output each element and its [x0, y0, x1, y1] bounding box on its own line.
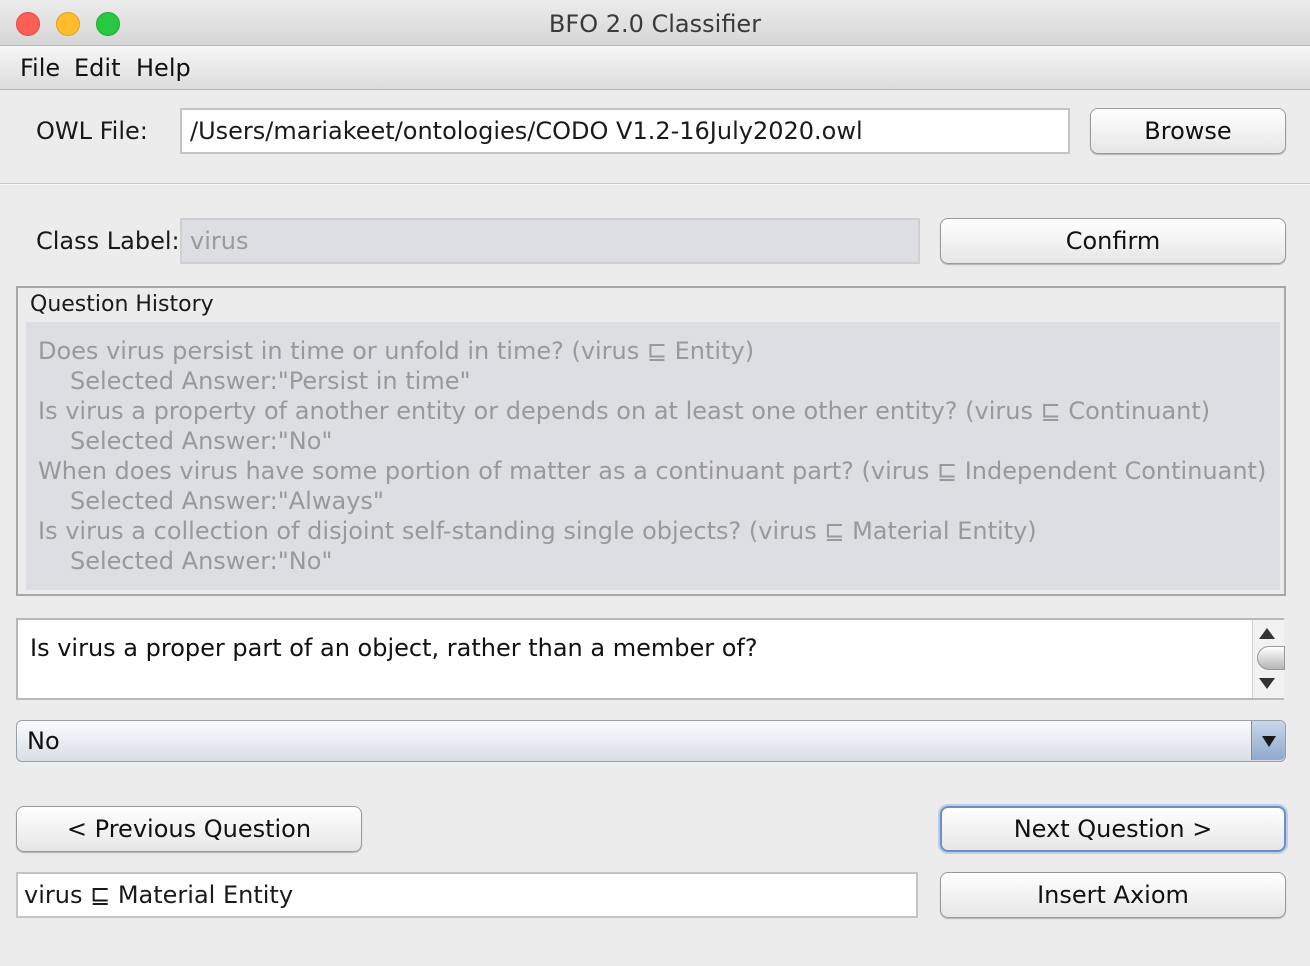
- menu-file[interactable]: File: [20, 46, 60, 90]
- history-answer-2: Selected Answer:"No": [70, 427, 333, 455]
- chevron-down-icon: [1262, 736, 1276, 747]
- scroll-thumb[interactable]: [1257, 646, 1285, 670]
- history-answer-3: Selected Answer:"Always": [70, 487, 384, 515]
- class-label-input[interactable]: virus: [180, 218, 920, 264]
- confirm-button[interactable]: Confirm: [940, 218, 1286, 264]
- menu-bar: File Edit Help: [0, 46, 1310, 90]
- class-label-label: Class Label:: [36, 227, 180, 255]
- window-title: BFO 2.0 Classifier: [548, 10, 762, 38]
- scroll-down-arrow-icon[interactable]: [1259, 678, 1275, 689]
- current-question-area[interactable]: Is virus a proper part of an object, rat…: [16, 618, 1285, 700]
- question-history-panel: Question History Does virus persist in t…: [16, 286, 1286, 596]
- history-answer-4: Selected Answer:"No": [70, 547, 333, 575]
- question-history-text-area[interactable]: Does virus persist in time or unfold in …: [26, 322, 1280, 590]
- title-bar: BFO 2.0 Classifier: [0, 0, 1310, 46]
- menu-help[interactable]: Help: [136, 46, 191, 90]
- owl-file-label: OWL File:: [36, 117, 148, 145]
- scroll-up-arrow-icon[interactable]: [1259, 628, 1275, 639]
- history-question-4: Is virus a collection of disjoint self-s…: [38, 517, 1037, 545]
- axiom-input[interactable]: virus ⊑ Material Entity: [16, 872, 918, 918]
- menu-edit[interactable]: Edit: [74, 46, 120, 90]
- history-question-2: Is virus a property of another entity or…: [38, 397, 1211, 425]
- section-divider: [0, 183, 1310, 185]
- insert-axiom-button[interactable]: Insert Axiom: [940, 872, 1286, 918]
- current-question-text: Is virus a proper part of an object, rat…: [30, 634, 758, 662]
- browse-button[interactable]: Browse: [1090, 108, 1286, 154]
- history-question-3: When does virus have some portion of mat…: [38, 457, 1267, 485]
- question-scrollbar[interactable]: [1252, 620, 1285, 698]
- owl-file-path-input[interactable]: /Users/mariakeet/ontologies/CODO V1.2-16…: [180, 108, 1070, 154]
- question-history-title: Question History: [30, 292, 214, 317]
- next-question-button[interactable]: Next Question >: [940, 806, 1286, 852]
- answer-dropdown-button[interactable]: [1251, 721, 1285, 760]
- previous-question-button[interactable]: < Previous Question: [16, 806, 362, 852]
- history-answer-1: Selected Answer:"Persist in time": [70, 367, 471, 395]
- history-question-1: Does virus persist in time or unfold in …: [38, 337, 755, 365]
- answer-selected-value: No: [27, 727, 60, 755]
- answer-select[interactable]: No: [16, 720, 1286, 762]
